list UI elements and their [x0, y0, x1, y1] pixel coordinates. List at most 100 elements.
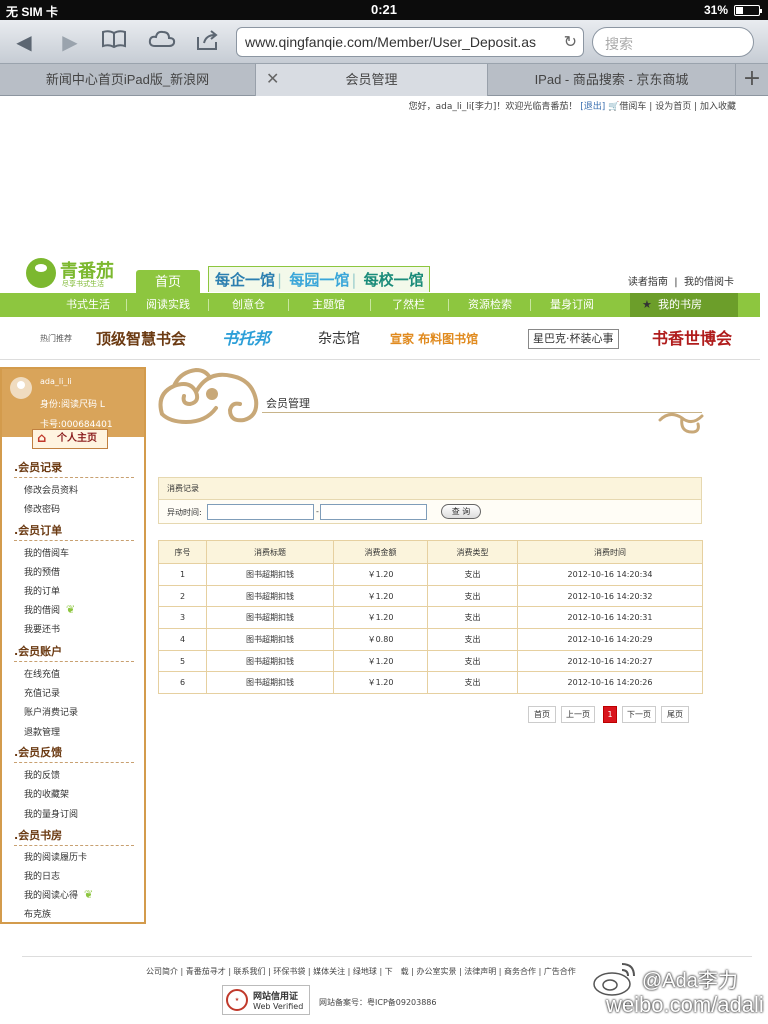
sidebar-link[interactable]: 账户消费记录: [24, 705, 78, 718]
hot-item[interactable]: 顶级智慧书会: [96, 327, 186, 351]
table-row: 6 图书超期扣钱 ￥1.20 支出 2012-10-16 14:20:26: [158, 671, 703, 695]
sidebar-link[interactable]: 我的借阅 ❦: [24, 603, 75, 616]
promo-item[interactable]: 每校一馆: [364, 271, 424, 289]
table-cell: 2: [158, 584, 207, 608]
sidebar-link[interactable]: 我的阅读履历卡: [24, 850, 87, 863]
table-cell: ￥1.20: [333, 584, 428, 608]
set-home-link[interactable]: 设为首页: [655, 102, 691, 112]
nav-item[interactable]: 量身订阅: [550, 293, 594, 317]
footer-links[interactable]: 公司简介 | 青番茄寻才 | 联系我们 | 环保书袋 | 媒体关注 | 绿地球 …: [146, 966, 576, 977]
add-tab-icon[interactable]: +: [736, 64, 768, 96]
section-title: .会员记录: [14, 459, 134, 478]
promo-banner[interactable]: 每企一馆 | 每园一馆 | 每校一馆: [208, 266, 430, 292]
table-cell: ￥1.20: [333, 563, 428, 586]
section-title: .会员账户: [14, 643, 134, 662]
date-separator: -: [316, 507, 319, 516]
filter-heading: 消费记录: [159, 478, 701, 500]
reader-links: 读者指南 | 我的借阅卡: [627, 277, 734, 288]
nav-item[interactable]: 主题馆: [312, 293, 345, 317]
site-logo[interactable]: 青番茄 尽享书式生活: [26, 256, 126, 290]
table-cell: 2012-10-16 14:20:26: [517, 671, 703, 695]
nav-item[interactable]: 阅读实践: [146, 293, 190, 317]
bookmark-link[interactable]: 加入收藏: [700, 102, 736, 112]
sidebar-link[interactable]: 我的借阅车: [24, 546, 69, 559]
share-icon[interactable]: [194, 29, 222, 55]
tab-sina[interactable]: 新闻中心首页iPad版_新浪网: [0, 64, 256, 96]
back-icon[interactable]: ◀: [10, 29, 38, 55]
table-cell: 支出: [427, 671, 518, 695]
sidebar-link[interactable]: 退款管理: [24, 725, 60, 738]
member-sidebar: ada_li_li 身份:阅读尺码 L 卡号:000684401 ⌂ 个人主页 …: [0, 367, 146, 924]
sidebar-link[interactable]: 布克族: [24, 907, 51, 920]
sidebar-link[interactable]: 我要还书: [24, 622, 60, 635]
cart-icon[interactable]: 🛒: [608, 102, 619, 112]
search-input[interactable]: 搜索: [592, 27, 754, 57]
promo-item[interactable]: 每企一馆: [215, 271, 275, 289]
sidebar-link[interactable]: 修改会员资料: [24, 483, 78, 496]
tomato-logo-icon: [26, 258, 56, 288]
credit-title: 网站信用证: [253, 992, 299, 1002]
sidebar-link[interactable]: 我的订单: [24, 584, 60, 597]
end-date-input[interactable]: [320, 504, 427, 520]
table-cell: 1: [158, 563, 207, 586]
next-page-button[interactable]: 下一页: [622, 706, 656, 723]
watermark-name: @Ada李力: [642, 970, 738, 992]
sidebar-link[interactable]: 我的反馈: [24, 768, 60, 781]
url-input[interactable]: www.qingfanqie.com/Member/User_Deposit.a…: [236, 27, 584, 57]
sidebar-link[interactable]: 我的日志: [24, 869, 60, 882]
sidebar-link[interactable]: 我的量身订阅: [24, 807, 78, 820]
table-cell: 支出: [427, 584, 518, 608]
page-title: 会员管理: [266, 397, 310, 410]
reader-guide-link[interactable]: 读者指南: [628, 277, 668, 288]
first-page-button[interactable]: 首页: [528, 706, 556, 723]
table-cell: 支出: [427, 563, 518, 586]
cart-link[interactable]: 借阅车: [619, 102, 646, 112]
sidebar-link[interactable]: 修改密码: [24, 502, 60, 515]
tab-member[interactable]: ✕ 会员管理: [256, 64, 488, 96]
hot-item[interactable]: 宣家 布料图书馆: [390, 327, 478, 351]
tab-jd[interactable]: IPad - 商品搜索 - 京东商城: [488, 64, 736, 96]
hot-item[interactable]: 杂志馆: [318, 327, 360, 351]
homepage-button[interactable]: ⌂ 个人主页: [32, 429, 108, 449]
bookmarks-icon[interactable]: [100, 29, 128, 55]
sidebar-link[interactable]: 在线充值: [24, 667, 60, 680]
query-button[interactable]: 查 询: [441, 504, 481, 519]
sidebar-link[interactable]: 我的收藏架: [24, 787, 69, 800]
logout-link[interactable]: [退出]: [580, 102, 605, 112]
nav-item[interactable]: 了然栏: [392, 293, 425, 317]
credit-badge[interactable]: ★ 网站信用证 Web Verified: [222, 985, 310, 1015]
sidebar-link[interactable]: 我的预借: [24, 565, 60, 578]
hot-item[interactable]: 书托邦: [222, 327, 270, 351]
hot-item[interactable]: 书香世博会: [652, 327, 732, 351]
current-page[interactable]: 1: [603, 706, 617, 723]
section-banner: 会员管理: [156, 362, 706, 440]
table-cell: 图书超期扣钱: [206, 606, 334, 630]
cloud-icon[interactable]: [148, 29, 176, 55]
hot-item[interactable]: 星巴克·杯装心事: [528, 329, 619, 349]
my-library-button[interactable]: ★ 我的书房: [630, 293, 738, 317]
nav-item[interactable]: 资源检索: [468, 293, 512, 317]
table-cell: 2012-10-16 14:20:31: [517, 606, 703, 630]
forward-icon[interactable]: ▶: [56, 29, 84, 55]
title-divider: [262, 412, 702, 413]
close-tab-icon[interactable]: ✕: [266, 64, 279, 96]
section-title: .会员订单: [14, 522, 134, 541]
table-row: 1 图书超期扣钱 ￥1.20 支出 2012-10-16 14:20:34: [158, 563, 703, 586]
homepage-label: 个人主页: [57, 433, 97, 444]
main-nav: 书式生活 阅读实践 创意仓 主题馆 了然栏 资源检索 量身订阅 ★ 我的书房: [0, 293, 760, 317]
start-date-input[interactable]: [207, 504, 314, 520]
sidebar-link-label: 我的阅读心得: [24, 891, 79, 901]
nav-item[interactable]: 书式生活: [66, 293, 110, 317]
url-text: www.qingfanqie.com/Member/User_Deposit.a…: [245, 34, 537, 50]
home-tab[interactable]: 首页: [136, 270, 200, 293]
promo-item[interactable]: 每园一馆: [289, 271, 349, 289]
borrow-card-link[interactable]: 我的借阅卡: [684, 277, 734, 288]
last-page-button[interactable]: 尾页: [661, 706, 689, 723]
reload-icon[interactable]: ↻: [564, 32, 577, 52]
nav-item[interactable]: 创意仓: [232, 293, 265, 317]
sidebar-link[interactable]: 我的阅读心得 ❦: [24, 888, 93, 901]
star-icon: ★: [642, 298, 652, 311]
table-cell: 2012-10-16 14:20:27: [517, 649, 703, 673]
sidebar-link[interactable]: 充值记录: [24, 686, 60, 699]
prev-page-button[interactable]: 上一页: [561, 706, 595, 723]
